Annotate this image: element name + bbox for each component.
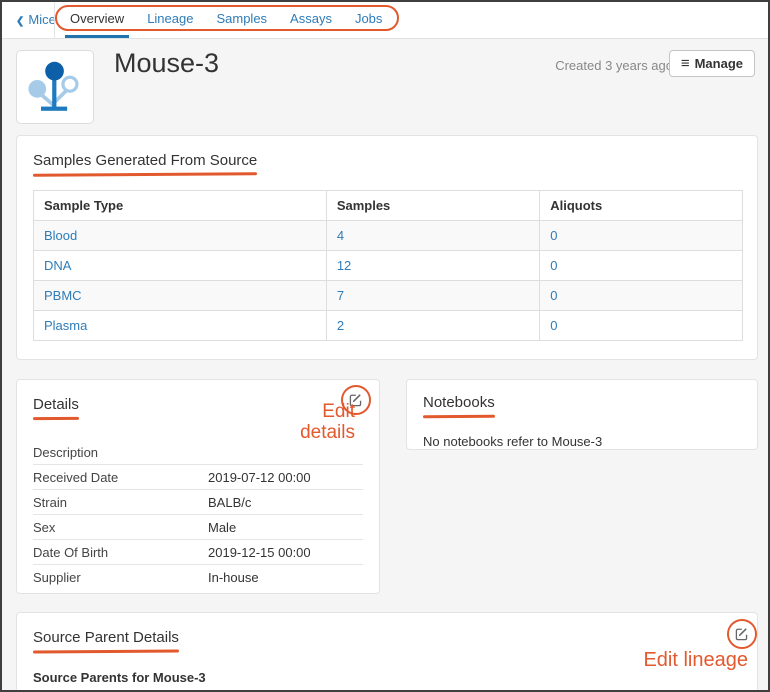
field-row: Description <box>33 440 363 465</box>
column-header-aliquots: Aliquots <box>540 191 743 221</box>
field-label: Supplier <box>33 570 208 585</box>
app-window: ❮ Mice Overview Lineage Samples Assays Jo… <box>0 0 770 692</box>
chevron-left-icon: ❮ <box>16 16 24 27</box>
details-panel-heading: Details <box>33 396 79 420</box>
field-value: 2019-12-15 00:00 <box>208 545 363 560</box>
sample-count-link[interactable]: 12 <box>337 258 351 273</box>
edit-pencil-icon <box>735 627 749 641</box>
table-row: Blood 4 0 <box>34 221 743 251</box>
field-label: Date Of Birth <box>33 545 208 560</box>
field-row: Date Of Birth 2019-12-15 00:00 <box>33 540 363 565</box>
table-row: DNA 12 0 <box>34 251 743 281</box>
source-parent-panel: Source Parent Details Edit lineage Sourc… <box>16 612 758 692</box>
aliquot-count-link[interactable]: 0 <box>550 318 557 333</box>
manage-button-label: Manage <box>695 56 743 71</box>
aliquot-count-link[interactable]: 0 <box>550 258 557 273</box>
sample-type-link[interactable]: PBMC <box>44 288 82 303</box>
back-to-mice-link[interactable]: ❮ Mice <box>16 2 56 38</box>
source-type-icon-card <box>16 50 94 124</box>
back-link-label: Mice <box>28 12 55 27</box>
top-nav-bar: ❮ Mice Overview Lineage Samples Assays Jo… <box>2 2 768 39</box>
tab-jobs[interactable]: Jobs <box>350 2 387 38</box>
source-parent-heading: Source Parent Details <box>33 629 179 653</box>
field-value: BALB/c <box>208 495 363 510</box>
edit-details-button[interactable] <box>345 389 367 411</box>
field-label: Received Date <box>33 470 208 485</box>
menu-bars-icon: ≡ <box>681 56 690 71</box>
tab-samples[interactable]: Samples <box>211 2 272 38</box>
field-label: Sex <box>33 520 208 535</box>
samples-generated-panel: Samples Generated From Source Sample Typ… <box>16 135 758 360</box>
page-title: Mouse-3 <box>114 48 219 79</box>
field-label: Description <box>33 445 208 460</box>
field-row: Supplier In-house <box>33 565 363 590</box>
notebooks-empty-text: No notebooks refer to Mouse-3 <box>423 434 741 449</box>
edit-pencil-icon <box>349 393 363 407</box>
samples-panel-heading: Samples Generated From Source <box>33 152 257 176</box>
sample-type-link[interactable]: Plasma <box>44 318 87 333</box>
manage-button[interactable]: ≡ Manage <box>669 50 755 77</box>
nav-divider <box>54 2 55 38</box>
sample-count-link[interactable]: 4 <box>337 228 344 243</box>
sample-count-link[interactable]: 2 <box>337 318 344 333</box>
created-timestamp: Created 3 years ago <box>555 58 673 73</box>
tab-overview[interactable]: Overview <box>65 2 129 38</box>
edit-lineage-button[interactable] <box>731 623 753 645</box>
tab-lineage[interactable]: Lineage <box>142 2 198 38</box>
samples-table: Sample Type Samples Aliquots Blood 4 0 D… <box>33 190 743 341</box>
tab-assays[interactable]: Assays <box>285 2 337 38</box>
field-row: Strain BALB/c <box>33 490 363 515</box>
details-field-list: Description Received Date 2019-07-12 00:… <box>33 440 363 590</box>
sample-count-link[interactable]: 7 <box>337 288 344 303</box>
tab-strip: Overview Lineage Samples Assays Jobs <box>65 2 387 38</box>
column-header-samples: Samples <box>326 191 539 221</box>
field-value: 2019-07-12 00:00 <box>208 470 363 485</box>
column-header-sample-type: Sample Type <box>34 191 327 221</box>
field-row: Received Date 2019-07-12 00:00 <box>33 465 363 490</box>
lineage-source-icon <box>27 59 83 115</box>
aliquot-count-link[interactable]: 0 <box>550 228 557 243</box>
field-value: In-house <box>208 570 363 585</box>
field-value: Male <box>208 520 363 535</box>
table-header-row: Sample Type Samples Aliquots <box>34 191 743 221</box>
sample-type-link[interactable]: Blood <box>44 228 77 243</box>
field-row: Sex Male <box>33 515 363 540</box>
field-label: Strain <box>33 495 208 510</box>
aliquot-count-link[interactable]: 0 <box>550 288 557 303</box>
notebooks-panel-heading: Notebooks <box>423 394 495 418</box>
source-parents-subheading: Source Parents for Mouse-3 <box>33 670 741 685</box>
table-row: PBMC 7 0 <box>34 281 743 311</box>
sample-type-link[interactable]: DNA <box>44 258 71 273</box>
details-panel: Details Edit details Description Receive… <box>16 379 380 594</box>
annotation-edit-lineage-label: Edit lineage <box>643 650 748 671</box>
table-row: Plasma 2 0 <box>34 311 743 341</box>
notebooks-panel: Notebooks No notebooks refer to Mouse-3 <box>406 379 758 450</box>
